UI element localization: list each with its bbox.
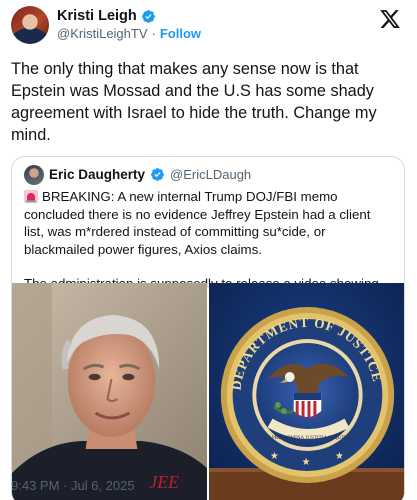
quoted-tweet[interactable]: Eric Daugherty @EricLDaugh BREAKING: A n… [11, 156, 405, 500]
portrait-photo: JEE [12, 283, 207, 500]
doj-seal-photo: DEPARTMENT OF JUSTICE QUI PRO DOMINA JUS… [209, 283, 404, 500]
svg-text:★: ★ [335, 451, 344, 462]
author-name[interactable]: Kristi Leigh [57, 8, 137, 24]
quoted-paragraph-1-text: BREAKING: A new internal Trump DOJ/FBI m… [24, 189, 371, 257]
siren-emoji-icon [24, 190, 38, 203]
verified-badge-icon [141, 9, 155, 23]
svg-text:★: ★ [270, 451, 279, 462]
follow-button[interactable]: Follow [160, 26, 201, 41]
author-name-row: Kristi Leigh [57, 8, 201, 24]
svg-text:QUI PRO DOMINA JUSTITIA SEQUIT: QUI PRO DOMINA JUSTITIA SEQUITUR [262, 435, 354, 441]
tweet-timestamp[interactable]: 9:43 PM · Jul 6, 2025 [11, 478, 135, 493]
author-info: Kristi Leigh @KristiLeighTV · Follow [57, 6, 201, 41]
quoted-author-name: Eric Daugherty [49, 167, 146, 182]
tweet-card: Kristi Leigh @KristiLeighTV · Follow The… [0, 0, 417, 500]
media-photo-left[interactable]: JEE [12, 283, 207, 500]
separator-dot: · [151, 26, 156, 41]
tweet-header: Kristi Leigh @KristiLeighTV · Follow [11, 6, 405, 50]
author-sub-row: @KristiLeighTV · Follow [57, 26, 201, 41]
author-avatar[interactable] [11, 6, 49, 44]
svg-text:JEE: JEE [149, 472, 179, 492]
quoted-media-grid: JEE DEPARTMENT OF JUSTICE QUI PRO DOMINA… [12, 283, 404, 500]
verified-badge-icon [151, 168, 164, 181]
x-logo-icon[interactable] [379, 8, 401, 30]
author-handle[interactable]: @KristiLeighTV [57, 26, 148, 41]
quoted-author-avatar [24, 164, 44, 185]
svg-text:★: ★ [302, 457, 311, 468]
quoted-paragraph-1: BREAKING: A new internal Trump DOJ/FBI m… [24, 188, 392, 258]
media-photo-right[interactable]: DEPARTMENT OF JUSTICE QUI PRO DOMINA JUS… [209, 283, 404, 500]
tweet-text: The only thing that makes any sense now … [11, 60, 377, 144]
quoted-tweet-header: Eric Daugherty @EricLDaugh [12, 157, 404, 185]
quoted-author-handle: @EricLDaugh [170, 167, 252, 182]
